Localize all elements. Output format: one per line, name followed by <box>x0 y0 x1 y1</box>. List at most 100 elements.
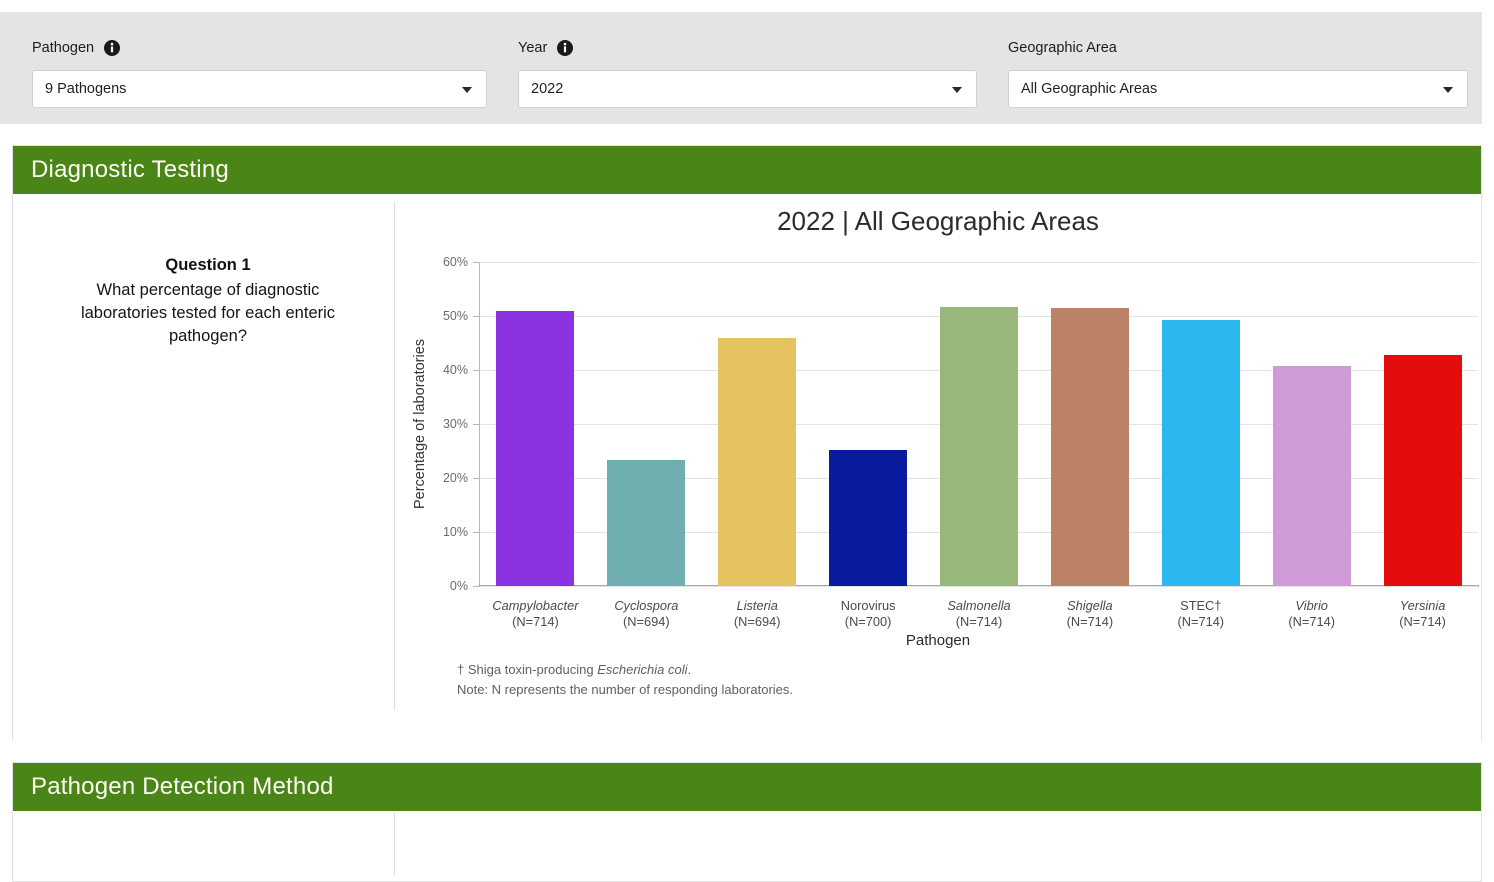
bar[interactable] <box>607 460 685 586</box>
y-tick-mark <box>473 532 480 533</box>
x-tick-category: Salmonella <box>947 598 1010 614</box>
chevron-down-icon <box>1443 87 1453 93</box>
bar-chart: 2022 | All Geographic Areas 0%10%20%30%4… <box>395 194 1481 714</box>
bar-slot: Vibrio(N=714) <box>1256 262 1367 586</box>
chevron-down-icon <box>462 87 472 93</box>
info-icon[interactable] <box>557 40 573 56</box>
filter-geographic-area-value: All Geographic Areas <box>1009 81 1157 97</box>
footnote-dagger-italic: Escherichia coli <box>597 662 687 677</box>
y-tick-label: 20% <box>443 471 468 485</box>
bar-slot: Norovirus(N=700) <box>813 262 924 586</box>
panel-title: Diagnostic Testing <box>31 156 229 184</box>
y-tick-label: 50% <box>443 309 468 323</box>
bar-slot: Cyclospora(N=694) <box>591 262 702 586</box>
y-tick-label: 60% <box>443 255 468 269</box>
y-tick-mark <box>473 370 480 371</box>
x-tick-n: (N=714) <box>1399 614 1446 630</box>
panel-body-diagnostic-testing: Question 1 What percentage of diagnostic… <box>13 194 1481 741</box>
chevron-down-icon <box>952 87 962 93</box>
x-tick-category: Listeria <box>734 598 781 614</box>
x-tick-label: Yersinia(N=714) <box>1399 598 1446 630</box>
bar[interactable] <box>1273 366 1351 586</box>
panel-header-diagnostic-testing: Diagnostic Testing <box>13 146 1481 194</box>
x-tick-label: Salmonella(N=714) <box>947 598 1010 630</box>
filter-geographic-area: Geographic Area All Geographic Areas <box>1008 12 1468 108</box>
x-tick-label: Vibrio(N=714) <box>1288 598 1335 630</box>
x-tick-n: (N=694) <box>614 614 678 630</box>
bar[interactable] <box>940 307 1018 586</box>
filter-bar: Pathogen 9 Pathogens Year <box>0 12 1482 124</box>
y-tick-mark <box>473 478 480 479</box>
filter-geographic-area-label-row: Geographic Area <box>1008 36 1468 60</box>
filter-pathogen-label: Pathogen <box>32 41 94 56</box>
x-tick-label: Listeria(N=694) <box>734 598 781 630</box>
panel-header-pathogen-detection-method: Pathogen Detection Method <box>13 763 1481 811</box>
footnote-dagger-suffix: . <box>688 662 692 677</box>
y-tick-mark <box>473 262 480 263</box>
x-tick-label: STEC†(N=714) <box>1177 598 1224 630</box>
filter-pathogen-select[interactable]: 9 Pathogens <box>32 70 487 108</box>
filter-geographic-area-label: Geographic Area <box>1008 41 1117 56</box>
x-tick-n: (N=694) <box>734 614 781 630</box>
x-tick-label: Shigella(N=714) <box>1067 598 1114 630</box>
bar[interactable] <box>1162 320 1240 586</box>
x-tick-label: Cyclospora(N=694) <box>614 598 678 630</box>
x-tick-label: Norovirus(N=700) <box>841 598 896 630</box>
bar[interactable] <box>1051 308 1129 586</box>
panel-diagnostic-testing: Diagnostic Testing Question 1 What perce… <box>12 145 1482 741</box>
bar-slot: Shigella(N=714) <box>1034 262 1145 586</box>
question-title: Question 1 <box>23 256 393 275</box>
x-tick-category: Norovirus <box>841 598 896 614</box>
panel-body-pathogen-detection-method <box>13 811 1481 881</box>
x-tick-n: (N=714) <box>1067 614 1114 630</box>
y-tick-mark <box>473 586 480 587</box>
bar-slot: Campylobacter(N=714) <box>480 262 591 586</box>
filter-year-select[interactable]: 2022 <box>518 70 977 108</box>
panel-pathogen-detection-method: Pathogen Detection Method <box>12 762 1482 882</box>
y-tick-mark <box>473 316 480 317</box>
x-tick-category: Campylobacter <box>492 598 578 614</box>
column-divider <box>394 813 395 875</box>
y-tick-label: 0% <box>450 579 468 593</box>
y-tick-label: 10% <box>443 525 468 539</box>
footnote-note: Note: N represents the number of respond… <box>457 680 793 700</box>
filter-year: Year 2022 <box>518 12 977 108</box>
bar[interactable] <box>829 450 907 586</box>
bar-slot: Yersinia(N=714) <box>1367 262 1478 586</box>
x-tick-category: STEC† <box>1177 598 1224 614</box>
x-axis-title: Pathogen <box>395 632 1481 649</box>
x-tick-label: Campylobacter(N=714) <box>492 598 578 630</box>
x-tick-n: (N=714) <box>492 614 578 630</box>
x-tick-n: (N=700) <box>841 614 896 630</box>
bar-slot: Listeria(N=694) <box>702 262 813 586</box>
y-axis-title: Percentage of laboratories <box>412 339 428 509</box>
chart-footnotes: † Shiga toxin-producing Escherichia coli… <box>457 660 793 700</box>
bar-slot: Salmonella(N=714) <box>924 262 1035 586</box>
y-tick-label: 40% <box>443 363 468 377</box>
x-tick-n: (N=714) <box>1288 614 1335 630</box>
y-tick-mark <box>473 424 480 425</box>
plot-area: 0%10%20%30%40%50%60% Percentage of labor… <box>480 262 1478 586</box>
x-tick-category: Vibrio <box>1288 598 1335 614</box>
filter-pathogen-value: 9 Pathogens <box>33 81 126 97</box>
filter-pathogen: Pathogen 9 Pathogens <box>32 12 487 108</box>
filter-pathogen-label-row: Pathogen <box>32 36 487 60</box>
bar[interactable] <box>1384 355 1462 586</box>
bar[interactable] <box>496 311 574 586</box>
info-icon[interactable] <box>104 40 120 56</box>
x-tick-n: (N=714) <box>1177 614 1224 630</box>
chart-title: 2022 | All Geographic Areas <box>395 206 1481 237</box>
question-text: What percentage of diagnostic laboratori… <box>23 279 393 348</box>
bar-slot: STEC†(N=714) <box>1145 262 1256 586</box>
filter-year-value: 2022 <box>519 81 563 97</box>
gridline <box>480 586 1478 587</box>
question-panel: Question 1 What percentage of diagnostic… <box>23 194 393 348</box>
bar[interactable] <box>718 338 796 586</box>
filter-geographic-area-select[interactable]: All Geographic Areas <box>1008 70 1468 108</box>
bar-series: Campylobacter(N=714)Cyclospora(N=694)Lis… <box>480 262 1478 586</box>
footnote-dagger-prefix: † Shiga toxin-producing <box>457 662 597 677</box>
y-tick-label: 30% <box>443 417 468 431</box>
footnote-dagger: † Shiga toxin-producing Escherichia coli… <box>457 660 793 680</box>
filter-year-label-row: Year <box>518 36 977 60</box>
x-tick-category: Cyclospora <box>614 598 678 614</box>
